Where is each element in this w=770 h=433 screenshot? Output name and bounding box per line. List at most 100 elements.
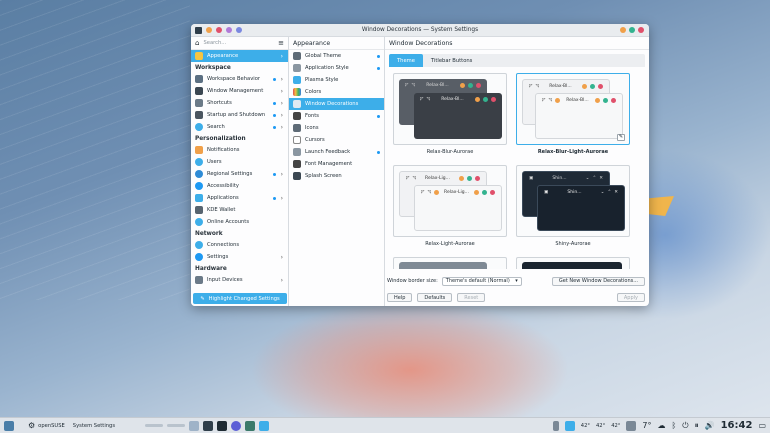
panel-title: Window Decorations <box>385 37 649 50</box>
border-size-row: Window border size: Theme's default (Nor… <box>387 275 645 287</box>
desktop-pager-icon[interactable] <box>4 420 14 431</box>
task-item[interactable] <box>167 424 186 427</box>
tab-theme[interactable]: Theme <box>389 54 423 67</box>
sidebar-item-network-settings[interactable]: Settings › <box>191 251 288 263</box>
sidebar-item-label: Notifications <box>207 147 240 153</box>
window-titlebar[interactable]: Window Decorations — System Settings <box>191 24 649 37</box>
subitem-fonts[interactable]: Fonts <box>289 110 384 122</box>
sidebar-item-startup-shutdown[interactable]: Startup and Shutdown › <box>191 109 288 121</box>
keep-above-icon[interactable] <box>206 27 212 33</box>
subitem-application-style[interactable]: Application Style <box>289 62 384 74</box>
app-icon[interactable] <box>195 26 202 34</box>
bluetooth-icon[interactable]: ᛒ <box>671 421 676 430</box>
help-icon[interactable] <box>236 27 242 33</box>
highlight-changed-button[interactable]: ✎ Highlight Changed Settings <box>193 293 287 304</box>
cloud-icon[interactable]: ☁ <box>657 421 665 430</box>
subitem-global-theme[interactable]: Global Theme <box>289 50 384 62</box>
subitem-font-management[interactable]: Font Management <box>289 158 384 170</box>
subitem-cursors[interactable]: Cursors <box>289 134 384 146</box>
sidebar-item-label: KDE Wallet <box>207 207 236 213</box>
show-desktop-icon[interactable]: ▭ <box>758 421 766 430</box>
power-icon[interactable]: ⏻ <box>682 421 688 431</box>
sticky-icon[interactable] <box>216 27 222 33</box>
opensuse-logo-icon[interactable]: ⚙ <box>28 421 35 430</box>
theme-card[interactable] <box>393 257 507 269</box>
menu-icon[interactable]: ≡ <box>278 39 284 47</box>
theme-card-selected[interactable]: ◸ ◹ Relax-Bl... ◸ ◹ Relax-Bl... ✎ Relax-… <box>516 73 630 159</box>
theme-grid[interactable]: ◸ ◹ Relax-Bl... ◸ ◹ Relax-Bl... Relax-Blu <box>393 73 637 269</box>
sidebar-item-label: Regional Settings <box>207 171 253 177</box>
sidebar-item-online-accounts[interactable]: Online Accounts <box>191 216 288 228</box>
edit-theme-button[interactable]: ✎ <box>617 134 625 141</box>
online-accounts-icon <box>195 218 203 226</box>
keyboard-icon <box>195 99 203 107</box>
ram-graph-icon[interactable] <box>564 420 575 431</box>
weather-temp[interactable]: 7° <box>642 421 651 430</box>
sidebar-item-shortcuts[interactable]: Shortcuts › <box>191 97 288 109</box>
sidebar-item-input-devices[interactable]: Input Devices › <box>191 274 288 286</box>
sidebar-item-workspace-behavior[interactable]: Workspace Behavior › <box>191 73 288 85</box>
home-icon[interactable]: ⌂ <box>195 39 199 47</box>
shade-icon[interactable] <box>226 27 232 33</box>
changed-indicator <box>377 54 380 58</box>
subitem-label: Font Management <box>305 161 353 167</box>
system-settings-task-icon[interactable] <box>259 420 270 431</box>
sidebar-item-regional-settings[interactable]: Regional Settings › <box>191 168 288 180</box>
sidebar-item-notifications[interactable]: Notifications <box>191 144 288 156</box>
sidebar-item-window-management[interactable]: Window Management › <box>191 85 288 97</box>
defaults-button[interactable]: Defaults <box>417 293 453 302</box>
task-item[interactable] <box>145 424 164 427</box>
maximize-button[interactable] <box>629 27 635 33</box>
theme-card[interactable]: ▣ Shin... ⌄ ⌃ ✕ ▣ Shin... ⌄ ⌃ ✕ Shiny-Aurora… <box>516 165 630 251</box>
sidebar-item-applications[interactable]: Applications › <box>191 192 288 204</box>
subitem-window-decorations[interactable]: Window Decorations <box>289 98 384 110</box>
subitem-label: Global Theme <box>305 53 342 59</box>
subitem-plasma-style[interactable]: Plasma Style <box>289 74 384 86</box>
apply-button[interactable]: Apply <box>616 293 645 302</box>
subitem-colors[interactable]: Colors <box>289 86 384 98</box>
clock[interactable]: 16:42 <box>721 420 753 431</box>
file-manager-icon[interactable] <box>245 420 256 431</box>
theme-name: Shiny-Aurorae <box>555 241 591 247</box>
chevron-right-icon: › <box>280 99 283 107</box>
volume-icon[interactable]: 🔊 <box>705 421 715 430</box>
sidebar-item-accessibility[interactable]: Accessibility <box>191 180 288 192</box>
subitem-splash-screen[interactable]: Splash Screen <box>289 170 384 182</box>
chevron-right-icon: › <box>280 87 283 95</box>
workspace-icon <box>195 75 203 83</box>
temp-readout: 42° <box>595 422 606 429</box>
theme-card[interactable]: ◸ ◹ Relax-Bl... ◸ ◹ Relax-Bl... Relax-Blu <box>393 73 507 159</box>
subitem-launch-feedback[interactable]: Launch Feedback <box>289 146 384 158</box>
sidebar-item-label: Search <box>207 124 225 130</box>
close-button[interactable] <box>638 27 644 33</box>
terminal-icon[interactable] <box>203 420 214 431</box>
sidebar-item-search[interactable]: Search › <box>191 121 288 133</box>
display-icon[interactable] <box>626 420 637 431</box>
subitem-label: Launch Feedback <box>305 149 351 155</box>
cpu-graph-icon[interactable] <box>552 420 559 431</box>
theme-card[interactable] <box>516 257 630 269</box>
subitem-label: Splash Screen <box>305 173 342 179</box>
wallpaper-glow <box>250 300 570 433</box>
subitem-icons[interactable]: Icons <box>289 122 384 134</box>
media-icon[interactable]: ⏸ <box>695 421 699 431</box>
sidebar-item-users[interactable]: Users <box>191 156 288 168</box>
browser-icon[interactable] <box>231 420 242 431</box>
app-launcher-icon[interactable] <box>189 420 200 431</box>
active-app-label[interactable]: System Settings <box>73 423 115 429</box>
border-size-select[interactable]: Theme's default (Normal) ▾ <box>441 276 522 286</box>
sidebar-item-kde-wallet[interactable]: KDE Wallet <box>191 204 288 216</box>
system-monitor-icon[interactable] <box>217 420 228 431</box>
search-input[interactable]: Search... <box>203 40 274 46</box>
tab-titlebar-buttons[interactable]: Titlebar Buttons <box>423 54 480 67</box>
theme-card[interactable]: ◸ ◹ Relax-Lig... ◸ ◹ Relax-Lig... Relax-… <box>393 165 507 251</box>
reset-button[interactable]: Reset <box>457 293 486 302</box>
get-new-decorations-button[interactable]: Get New Window Decorations... <box>551 276 645 286</box>
sidebar-item-appearance[interactable]: Appearance › <box>191 50 288 62</box>
minimize-button[interactable] <box>620 27 626 33</box>
application-style-icon <box>293 64 301 72</box>
sidebar-item-connections[interactable]: Connections <box>191 239 288 251</box>
chevron-right-icon: › <box>280 52 283 60</box>
distro-label[interactable]: openSUSE <box>38 423 65 429</box>
help-button[interactable]: Help <box>387 293 413 302</box>
